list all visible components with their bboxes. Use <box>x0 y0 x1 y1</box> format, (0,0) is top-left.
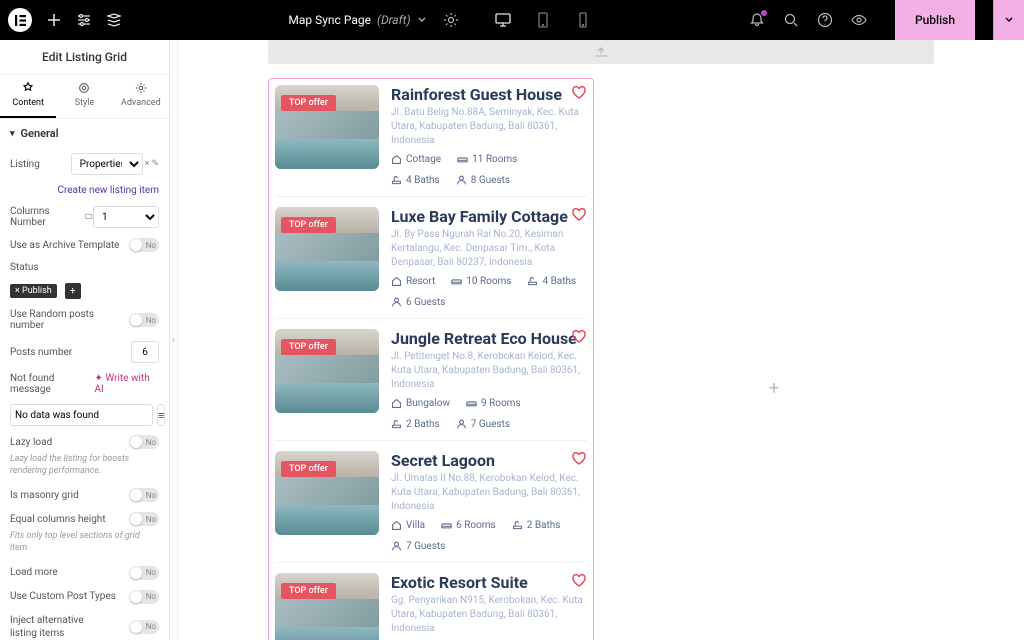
columns-select[interactable]: 1 <box>93 206 159 228</box>
listing-select[interactable]: Properties Listin... <box>71 153 143 175</box>
favorite-icon[interactable] <box>571 451 587 471</box>
favorite-icon[interactable] <box>571 85 587 105</box>
responsive-icon[interactable] <box>84 212 93 222</box>
listing-address: Jl. Batu Belig No.88A, Seminyak, Kec. Ku… <box>391 106 587 148</box>
clear-icon[interactable]: × <box>145 159 150 169</box>
favorite-icon[interactable] <box>571 207 587 227</box>
device-mobile-icon[interactable] <box>575 12 591 28</box>
top-offer-badge: TOP offer <box>281 217 336 233</box>
label-cpt: Use Custom Post Types <box>10 591 116 602</box>
listing-thumbnail: TOP offer <box>275 85 379 169</box>
publish-button[interactable]: Publish <box>895 0 975 40</box>
editor-sidebar: Edit Listing Grid Content Style Advanced… <box>0 40 170 640</box>
settings-sliders-icon[interactable] <box>76 12 92 28</box>
edit-icon[interactable]: ✎ <box>151 159 159 169</box>
listing-address: Gg. Penyarikan N915, Kerobokan, Kec. Kut… <box>391 594 587 636</box>
top-offer-badge: TOP offer <box>281 461 336 477</box>
label-lazy: Lazy load <box>10 437 52 448</box>
listing-title: Jungle Retreat Eco House <box>391 329 587 348</box>
label-columns: Columns Number <box>10 206 93 228</box>
create-listing-link[interactable]: Create new listing item <box>57 185 159 196</box>
label-archive: Use as Archive Template <box>10 240 120 251</box>
add-section[interactable]: + <box>614 78 934 640</box>
hint-equal: Fits only top level sections of grid ite… <box>0 531 169 560</box>
sidebar-title: Edit Listing Grid <box>0 40 169 75</box>
listing-title: Secret Lagoon <box>391 451 587 470</box>
listing-address: Jl. By Pass Ngurah Rai No.20, Kesiman Ke… <box>391 228 587 270</box>
tab-style[interactable]: Style <box>56 75 112 118</box>
listing-title: Luxe Bay Family Cottage <box>391 207 587 226</box>
tab-advanced[interactable]: Advanced <box>113 75 169 118</box>
help-icon[interactable] <box>817 12 833 28</box>
page-name: Map Sync Page <box>288 13 371 27</box>
notifications-icon[interactable] <box>749 12 765 28</box>
device-desktop-icon[interactable] <box>495 12 511 28</box>
favorite-icon[interactable] <box>571 573 587 593</box>
drop-zone[interactable] <box>268 40 934 64</box>
label-notfound: Not found message <box>10 373 94 395</box>
listing-grid-widget[interactable]: TOP offer Rainforest Guest House Jl. Batu… <box>268 78 594 640</box>
favorite-icon[interactable] <box>571 329 587 349</box>
add-icon[interactable] <box>46 12 62 28</box>
toggle-masonry[interactable]: No <box>129 488 159 502</box>
label-posts-number: Posts number <box>10 347 72 358</box>
label-loadmore: Load more <box>10 567 58 578</box>
label-random: Use Random posts number <box>10 309 129 331</box>
listing-thumbnail: TOP offer <box>275 329 379 413</box>
posts-number-input[interactable] <box>131 341 159 363</box>
top-bar: Map Sync Page (Draft) Publish <box>0 0 1024 40</box>
listing-title: Rainforest Guest House <box>391 85 587 104</box>
toggle-cpt[interactable]: No <box>129 590 159 604</box>
label-masonry: Is masonry grid <box>10 490 79 501</box>
listing-title: Exotic Resort Suite <box>391 573 587 592</box>
dynamic-tag-icon[interactable]: ≡ <box>157 404 165 426</box>
label-equal: Equal columns height <box>10 514 106 525</box>
preview-icon[interactable] <box>851 12 867 28</box>
section-general[interactable]: ▾General <box>0 119 169 148</box>
page-settings-icon[interactable] <box>443 12 459 28</box>
listing-card[interactable]: TOP offer Exotic Resort Suite Gg. Penyari… <box>275 573 587 640</box>
device-tablet-icon[interactable] <box>535 12 551 28</box>
listing-thumbnail: TOP offer <box>275 573 379 640</box>
notfound-input[interactable] <box>10 404 153 426</box>
toggle-random[interactable]: No <box>129 313 159 327</box>
structure-icon[interactable] <box>106 12 122 28</box>
label-inject: Inject alternative listing items <box>10 614 110 640</box>
toggle-equal[interactable]: No <box>129 512 159 526</box>
write-with-ai[interactable]: ✦ Write with AI <box>94 373 159 395</box>
page-title[interactable]: Map Sync Page (Draft) <box>288 13 426 27</box>
listing-card[interactable]: TOP offer Secret Lagoon Jl. Umalas II No.… <box>275 451 587 563</box>
toggle-archive[interactable]: No <box>129 238 159 252</box>
listing-card[interactable]: TOP offer Luxe Bay Family Cottage Jl. By … <box>275 207 587 319</box>
listing-address: Jl. Petitenget No.8, Kerobokan Kelod, Ke… <box>391 350 587 392</box>
toggle-inject[interactable]: No <box>129 620 159 634</box>
label-status: Status <box>10 262 39 273</box>
tab-content[interactable]: Content <box>0 75 56 118</box>
top-offer-badge: TOP offer <box>281 95 336 111</box>
toggle-loadmore[interactable]: No <box>129 566 159 580</box>
top-offer-badge: TOP offer <box>281 583 336 599</box>
chevron-down-icon <box>417 15 427 25</box>
listing-card[interactable]: TOP offer Jungle Retreat Eco House Jl. Pe… <box>275 329 587 441</box>
label-listing: Listing <box>10 159 40 170</box>
status-pill[interactable]: × Publish <box>10 284 57 298</box>
hint-lazy: Lazy load the listing for boosts renderi… <box>0 454 169 483</box>
search-icon[interactable] <box>783 12 799 28</box>
panel-collapse-handle[interactable]: ‹ <box>170 40 178 640</box>
top-offer-badge: TOP offer <box>281 339 336 355</box>
listing-address: Jl. Umalas II No.88, Kerobokan Kelod, Ke… <box>391 472 587 514</box>
listing-card[interactable]: TOP offer Rainforest Guest House Jl. Batu… <box>275 85 587 197</box>
draft-label: (Draft) <box>377 13 411 27</box>
listing-thumbnail: TOP offer <box>275 451 379 535</box>
listing-thumbnail: TOP offer <box>275 207 379 291</box>
add-status[interactable]: + <box>65 283 81 299</box>
elementor-logo[interactable] <box>8 8 32 32</box>
toggle-lazy[interactable]: No <box>129 435 159 449</box>
editor-canvas: TOP offer Rainforest Guest House Jl. Batu… <box>178 40 1024 640</box>
publish-dropdown[interactable] <box>993 0 1024 40</box>
